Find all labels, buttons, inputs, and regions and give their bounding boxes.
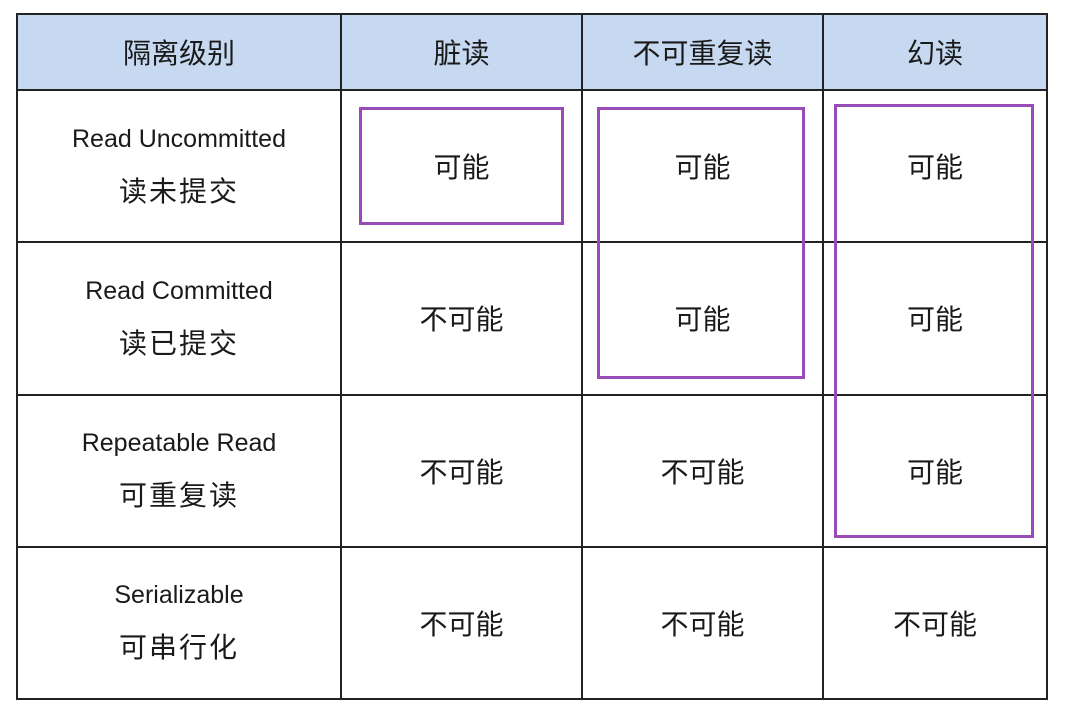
level-name-en: Repeatable Read bbox=[81, 429, 277, 458]
dirty-read-cell: 可能 bbox=[340, 88, 583, 244]
isolation-level-cell: Serializable 可串行化 bbox=[16, 545, 342, 701]
non-repeatable-read-cell: 不可能 bbox=[581, 545, 824, 701]
header-dirty-read: 脏读 bbox=[340, 13, 583, 91]
non-repeatable-read-cell: 可能 bbox=[581, 88, 824, 244]
level-name-en: Read Committed bbox=[85, 276, 273, 305]
phantom-read-cell: 可能 bbox=[822, 241, 1048, 396]
isolation-level-cell: Read Committed 读已提交 bbox=[16, 241, 342, 396]
dirty-read-cell: 不可能 bbox=[340, 241, 583, 396]
table-row: Read Uncommitted 读未提交 可能 可能 可能 bbox=[16, 88, 1048, 244]
level-name-zh: 读已提交 bbox=[118, 326, 239, 360]
non-repeatable-read-cell: 可能 bbox=[581, 241, 824, 396]
level-name-zh: 可重复读 bbox=[118, 479, 239, 513]
isolation-level-cell: Read Uncommitted 读未提交 bbox=[16, 88, 342, 244]
isolation-level-cell: Repeatable Read 可重复读 bbox=[16, 393, 342, 548]
level-name-en: Serializable bbox=[114, 581, 244, 610]
isolation-level-table: 隔离级别 脏读 不可重复读 幻读 Read Uncommitted 读未提交 可… bbox=[16, 13, 1048, 701]
level-name-zh: 可串行化 bbox=[118, 631, 239, 665]
header-non-repeatable-read: 不可重复读 bbox=[581, 13, 824, 91]
dirty-read-cell: 不可能 bbox=[340, 393, 583, 548]
header-phantom-read: 幻读 bbox=[822, 13, 1048, 91]
phantom-read-cell: 不可能 bbox=[822, 545, 1048, 701]
table-row: Serializable 可串行化 不可能 不可能 不可能 bbox=[16, 545, 1048, 701]
phantom-read-cell: 可能 bbox=[822, 393, 1048, 548]
header-row: 隔离级别 脏读 不可重复读 幻读 bbox=[16, 13, 1048, 91]
level-name-zh: 读未提交 bbox=[118, 174, 239, 208]
table-row: Read Committed 读已提交 不可能 可能 可能 bbox=[16, 241, 1048, 396]
table-row: Repeatable Read 可重复读 不可能 不可能 可能 bbox=[16, 393, 1048, 548]
level-name-en: Read Uncommitted bbox=[72, 124, 286, 153]
dirty-read-cell: 不可能 bbox=[340, 545, 583, 701]
phantom-read-cell: 可能 bbox=[822, 88, 1048, 244]
non-repeatable-read-cell: 不可能 bbox=[581, 393, 824, 548]
header-isolation-level: 隔离级别 bbox=[16, 13, 342, 91]
